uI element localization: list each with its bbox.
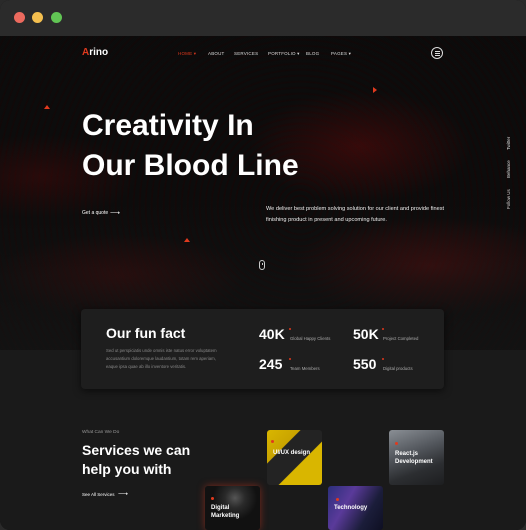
stat-label: Global Happy Clients <box>290 336 331 341</box>
hero-section <box>0 36 526 350</box>
social-behance[interactable]: Behance <box>506 160 511 178</box>
social-twitter[interactable]: Twitter <box>506 137 511 150</box>
service-card-label: UI/UX design <box>273 450 311 456</box>
nav-home[interactable]: HOME ▾ <box>178 51 196 57</box>
triangle-decoration-icon <box>184 238 190 242</box>
services-kicker: What Can We Do <box>82 430 120 435</box>
hamburger-menu-icon[interactable] <box>431 47 443 59</box>
arrow-right-icon[interactable]: ⟶ <box>110 209 120 217</box>
service-dot-icon <box>336 498 339 501</box>
stat-dot-icon <box>382 328 384 330</box>
service-card-react[interactable]: React.js Development <box>389 430 444 485</box>
service-card-label: Technology <box>334 505 368 511</box>
minimize-dot[interactable] <box>32 12 43 23</box>
stat-label: Team Members <box>290 366 320 371</box>
stat-value: 550 <box>353 356 377 372</box>
service-card-uiux[interactable]: UI/UX design <box>267 430 322 485</box>
see-all-services-link[interactable]: See All Services <box>82 492 115 497</box>
nav-portfolio[interactable]: PORTFOLIO ▾ <box>268 51 300 57</box>
service-card-marketing[interactable]: Digital Marketing <box>205 486 260 530</box>
stat-value: 50K <box>353 326 379 342</box>
social-follow-us: Follow Us <box>506 189 511 209</box>
service-card-label: Digital Marketing <box>211 505 240 519</box>
nav-pages[interactable]: PAGES ▾ <box>331 51 351 57</box>
fun-fact-description: Sed ut perspiciatis unde omnis iste natu… <box>106 348 217 369</box>
services-title: Services we can help you with <box>82 442 191 477</box>
stat-value: 40K <box>259 326 285 342</box>
hero-headline: Creativity In Our Blood Line <box>82 106 299 186</box>
stat-dot-icon <box>382 358 384 360</box>
triangle-decoration-icon <box>373 87 377 93</box>
stat-dot-icon <box>289 358 291 360</box>
site-logo[interactable]: Arino <box>82 47 108 58</box>
browser-window: Arino HOME ▾ ABOUT SERVICES PORTFOLIO ▾ … <box>0 0 526 530</box>
service-card-label: React.js Development <box>395 451 433 465</box>
fun-fact-title: Our fun fact <box>106 325 186 341</box>
hero-background <box>0 36 526 350</box>
maximize-dot[interactable] <box>51 12 62 23</box>
window-titlebar <box>0 0 526 36</box>
get-quote-link[interactable]: Get a quote <box>82 210 108 216</box>
nav-about[interactable]: ABOUT <box>208 51 225 56</box>
hero-title-line1: Creativity In <box>82 109 254 142</box>
stat-value: 245 <box>259 356 283 372</box>
nav-blog[interactable]: BLOG <box>306 51 319 56</box>
logo-rest: rino <box>89 47 109 58</box>
stat-label: Project Completed <box>383 336 419 341</box>
stat-dot-icon <box>289 328 291 330</box>
stat-label: Digital products <box>383 366 413 371</box>
service-dot-icon <box>271 440 274 443</box>
mouse-scroll-icon[interactable] <box>259 260 265 270</box>
service-dot-icon <box>211 497 214 500</box>
triangle-decoration-icon <box>44 105 50 109</box>
hero-description: We deliver best problem solving solution… <box>266 206 445 223</box>
close-dot[interactable] <box>14 12 25 23</box>
hero-title-line2: Our Blood Line <box>82 149 299 182</box>
service-dot-icon <box>395 442 398 445</box>
service-card-technology[interactable]: Technology <box>328 486 383 530</box>
nav-services[interactable]: SERVICES <box>234 51 258 56</box>
arrow-right-icon[interactable]: ⟶ <box>118 490 128 498</box>
